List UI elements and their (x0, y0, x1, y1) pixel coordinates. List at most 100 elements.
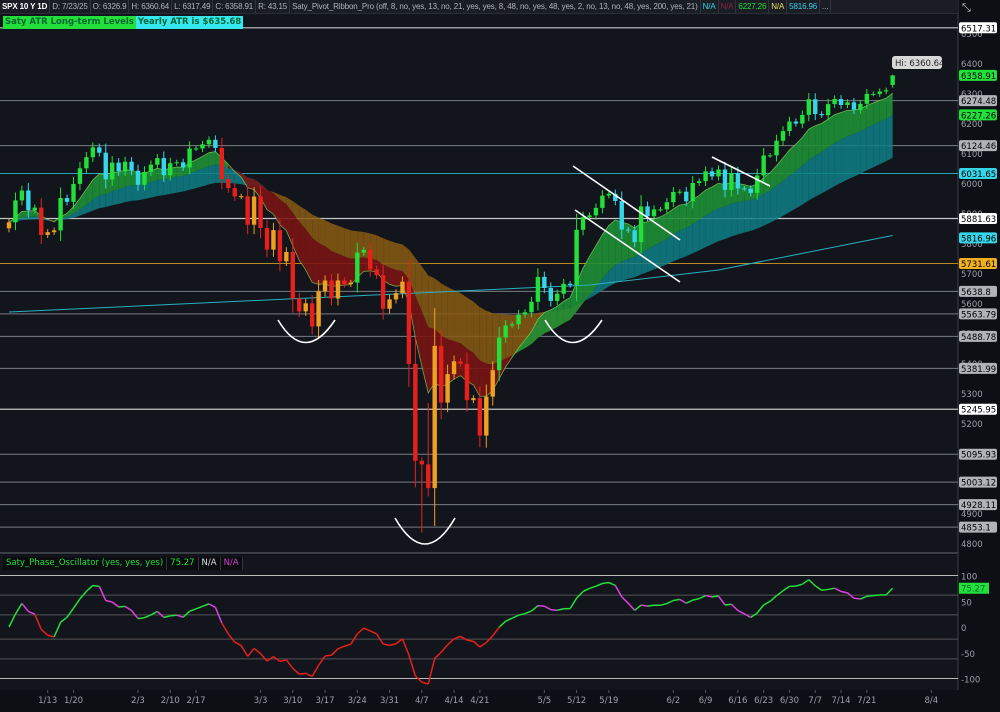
candle-body (587, 215, 592, 218)
ribbon-fast-band (847, 110, 854, 137)
x-tick-label: 2/3 (131, 696, 145, 706)
candle-body (884, 90, 889, 92)
candle-body (342, 280, 347, 285)
price-tick-label: 4800 (961, 540, 983, 550)
candle-body (477, 398, 483, 436)
ribbon-slow-band (460, 293, 467, 349)
candle-body (271, 230, 276, 250)
candle-body (574, 229, 579, 285)
ribbon-slow-band (879, 118, 887, 165)
candle-body (374, 269, 379, 276)
ribbon-slow-band (447, 287, 455, 342)
x-tick-label: 3/31 (380, 696, 399, 706)
more-values[interactable]: ... (820, 0, 832, 13)
candle-body (419, 460, 424, 465)
high-callout-label: Hi: 6360.64 (895, 59, 944, 69)
candle-body (690, 183, 695, 202)
oscillator-line (647, 604, 655, 607)
candle-body (626, 229, 631, 231)
oscillator-title[interactable]: Saty_Phase_Oscillator (yes, yes, yes) (3, 557, 168, 570)
ribbon-slow-band (454, 290, 461, 344)
candle-body (316, 291, 321, 327)
ribbon-slow-band (647, 245, 654, 273)
candle-body (864, 93, 870, 104)
candle-body (290, 252, 295, 299)
candle-body (497, 337, 502, 371)
ribbon-slow-band (718, 206, 725, 242)
ribbon-fast-band (176, 166, 184, 177)
oscillator-line (873, 594, 880, 597)
x-tick-label: 7/7 (808, 696, 822, 706)
study-label[interactable]: Saty_Pivot_Ribbon_Pro (off, 8, no, yes, … (290, 0, 701, 13)
price-tick-label: 5700 (961, 270, 983, 280)
ribbon-slow-band (138, 184, 145, 201)
candle-body (858, 103, 863, 110)
ribbon-slow-band (176, 175, 184, 193)
ribbon-fast-band (853, 108, 861, 134)
oscillator-line (853, 597, 861, 600)
candle-body (671, 192, 676, 203)
ribbon-slow-band (705, 211, 713, 248)
oscillator-value-2: N/A (199, 557, 221, 570)
date-readout: D: 7/23/25 (50, 0, 91, 13)
price-chart[interactable]: 6500640063006200610060005900580057005600… (0, 0, 1000, 712)
candle-body (787, 121, 792, 132)
ribbon-slow-band (396, 242, 403, 272)
ribbon-slow-band (853, 131, 861, 177)
ribbon-slow-band (473, 301, 480, 361)
x-tick-label: 5/5 (538, 696, 552, 706)
candle-body (503, 325, 508, 338)
study-value-1: N/A (701, 0, 719, 13)
candle-body (619, 201, 624, 230)
expand-icon[interactable]: ⤡ (962, 1, 971, 15)
price-tag-label: 5095.93 (961, 451, 996, 461)
candle-body (825, 104, 831, 116)
symbol-label[interactable]: SPX 10 Y 1D (0, 0, 51, 13)
ribbon-slow-band (376, 235, 384, 265)
ribbon-fast-band (679, 204, 687, 231)
oscillator-tick-label: 100 (961, 573, 977, 583)
candle-body (877, 91, 882, 94)
range-readout: R: 43.15 (256, 0, 291, 13)
price-tick-label: 6200 (961, 120, 983, 130)
candle-body (251, 196, 257, 225)
oscillator-tick-label: -100 (961, 676, 980, 686)
ribbon-slow-band (886, 114, 893, 162)
oscillator-line (724, 603, 732, 606)
x-tick-label: 1/13 (38, 696, 57, 706)
oscillator-line (550, 608, 558, 611)
candle-body (103, 152, 108, 180)
candle-body (219, 147, 225, 180)
price-tag-label: 6358.91 (961, 72, 996, 82)
candle-body (329, 280, 334, 299)
candle-body (213, 139, 218, 148)
atr-levels-tag: Saty ATR Long-term Levels (3, 16, 136, 29)
oscillator-line (821, 588, 829, 591)
price-tag-label: 4928.11 (961, 501, 996, 511)
x-tick-label: 5/12 (567, 696, 586, 706)
ribbon-fast-band (21, 211, 29, 218)
x-tick-label: 2/17 (187, 696, 206, 706)
price-tag-label: 5731.61 (961, 260, 996, 270)
price-tag-label: 5816.96 (961, 234, 996, 244)
candle-body (45, 232, 50, 235)
ribbon-slow-band (99, 193, 106, 209)
ribbon-slow-band (331, 223, 338, 254)
candle-body (368, 249, 373, 270)
candle-body (722, 169, 728, 190)
candle-body (361, 249, 366, 253)
candle-body (780, 131, 786, 141)
x-tick-label: 7/14 (832, 696, 851, 706)
ribbon-slow-band (802, 159, 809, 205)
ribbon-slow-band (699, 215, 706, 251)
candle-body (890, 75, 895, 85)
ribbon-fast-band (673, 204, 680, 235)
oscillator-tag-label: 75.27 (961, 585, 985, 595)
candle-body (400, 281, 405, 294)
oscillator-line (170, 614, 177, 617)
ribbon-slow-band (428, 275, 435, 330)
x-tick-label: 4/7 (415, 696, 429, 706)
candle-body (535, 276, 541, 302)
candle-body (484, 396, 489, 436)
oscillator-line (711, 595, 719, 598)
